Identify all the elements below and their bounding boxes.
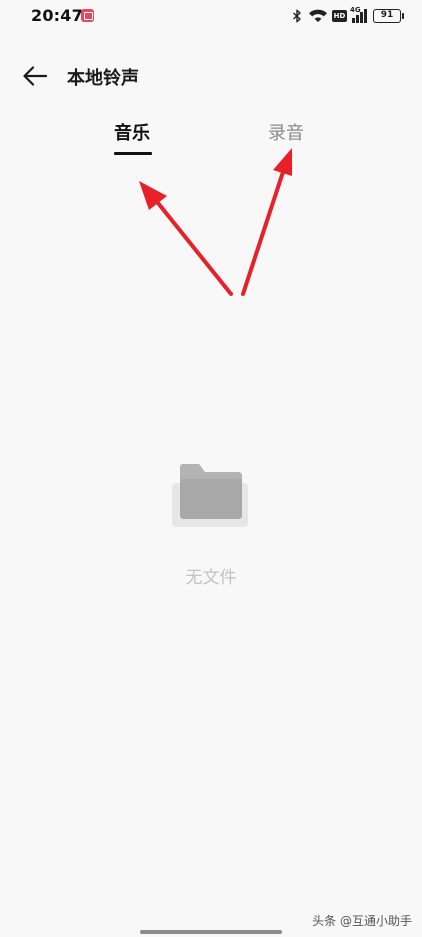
page-title: 本地铃声 <box>67 68 139 89</box>
notification-icon <box>81 9 94 22</box>
tab-recording[interactable]: 录音 <box>268 119 304 145</box>
arrow-to-recording-tab <box>241 148 292 296</box>
hd-icon: HD <box>332 10 347 22</box>
screen: 20:47 HD 4G 91 本地铃声 音乐 录音 无文件 头条 @互通小助手 <box>0 0 422 937</box>
arrow-to-music-tab <box>139 181 233 296</box>
battery-icon: 91 <box>373 9 404 23</box>
folder-icon <box>172 464 248 527</box>
bluetooth-icon <box>293 9 301 23</box>
back-arrow-icon[interactable] <box>22 64 48 88</box>
status-time: 20:47 <box>31 6 83 25</box>
wifi-icon <box>309 9 327 22</box>
tab-music[interactable]: 音乐 <box>114 119 150 145</box>
watermark-text: 头条 @互通小助手 <box>312 914 412 928</box>
status-bar: 20:47 HD 4G 91 <box>0 0 422 34</box>
empty-state-text: 无文件 <box>185 568 237 588</box>
tab-indicator <box>114 152 152 155</box>
signal-icon <box>352 9 367 23</box>
gesture-bar[interactable] <box>140 930 282 934</box>
